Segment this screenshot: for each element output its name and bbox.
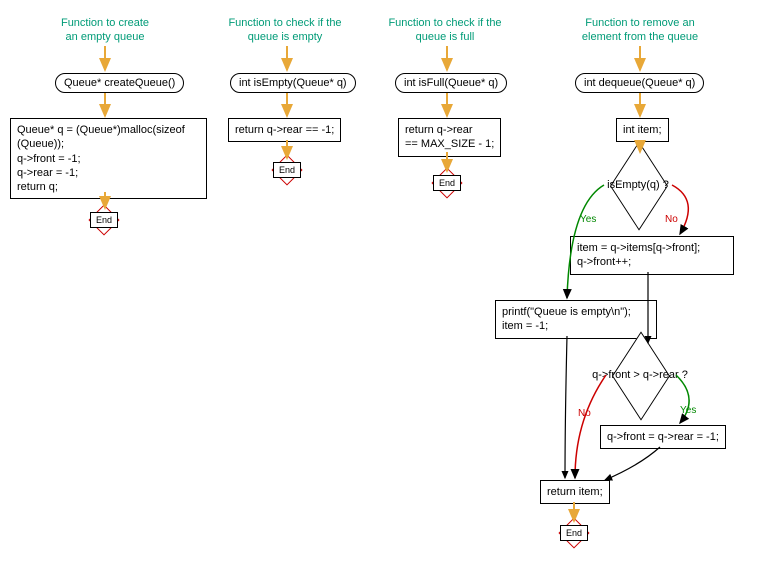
body-is-empty: return q->rear == -1; (228, 118, 341, 142)
label-yes-2: Yes (680, 405, 696, 416)
caption-dequeue: Function to remove anelement from the qu… (565, 16, 715, 45)
end-dequeue: End (559, 518, 587, 546)
caption-is-full: Function to check if thequeue is full (375, 16, 515, 45)
end-is-empty: End (272, 155, 300, 183)
yes-branch-box: printf("Queue is empty\n");item = -1; (495, 300, 657, 339)
head-is-full: int isFull(Queue* q) (395, 73, 507, 93)
return-box: return item; (540, 480, 610, 504)
cond-front-gt-rear: q->front > q->rear ? (615, 350, 665, 400)
head-is-empty: int isEmpty(Queue* q) (230, 73, 356, 93)
decl-dequeue: int item; (616, 118, 669, 142)
head-create-queue: Queue* createQueue() (55, 73, 184, 93)
caption-is-empty: Function to check if thequeue is empty (215, 16, 355, 45)
no-branch-box: item = q->items[q->front];q->front++; (570, 236, 734, 275)
end-create-queue: End (89, 205, 117, 233)
label-no-2: No (578, 408, 591, 419)
end-is-full: End (432, 168, 460, 196)
label-yes-1: Yes (580, 214, 596, 225)
body-create-queue: Queue* q = (Queue*)malloc(sizeof(Queue))… (10, 118, 207, 199)
caption-create-queue: Function to createan empty queue (40, 16, 170, 45)
reset-box: q->front = q->rear = -1; (600, 425, 726, 449)
head-dequeue: int dequeue(Queue* q) (575, 73, 704, 93)
body-is-full: return q->rear== MAX_SIZE - 1; (398, 118, 501, 157)
cond-is-empty: isEmpty(q) ? (613, 160, 663, 210)
label-no-1: No (665, 214, 678, 225)
